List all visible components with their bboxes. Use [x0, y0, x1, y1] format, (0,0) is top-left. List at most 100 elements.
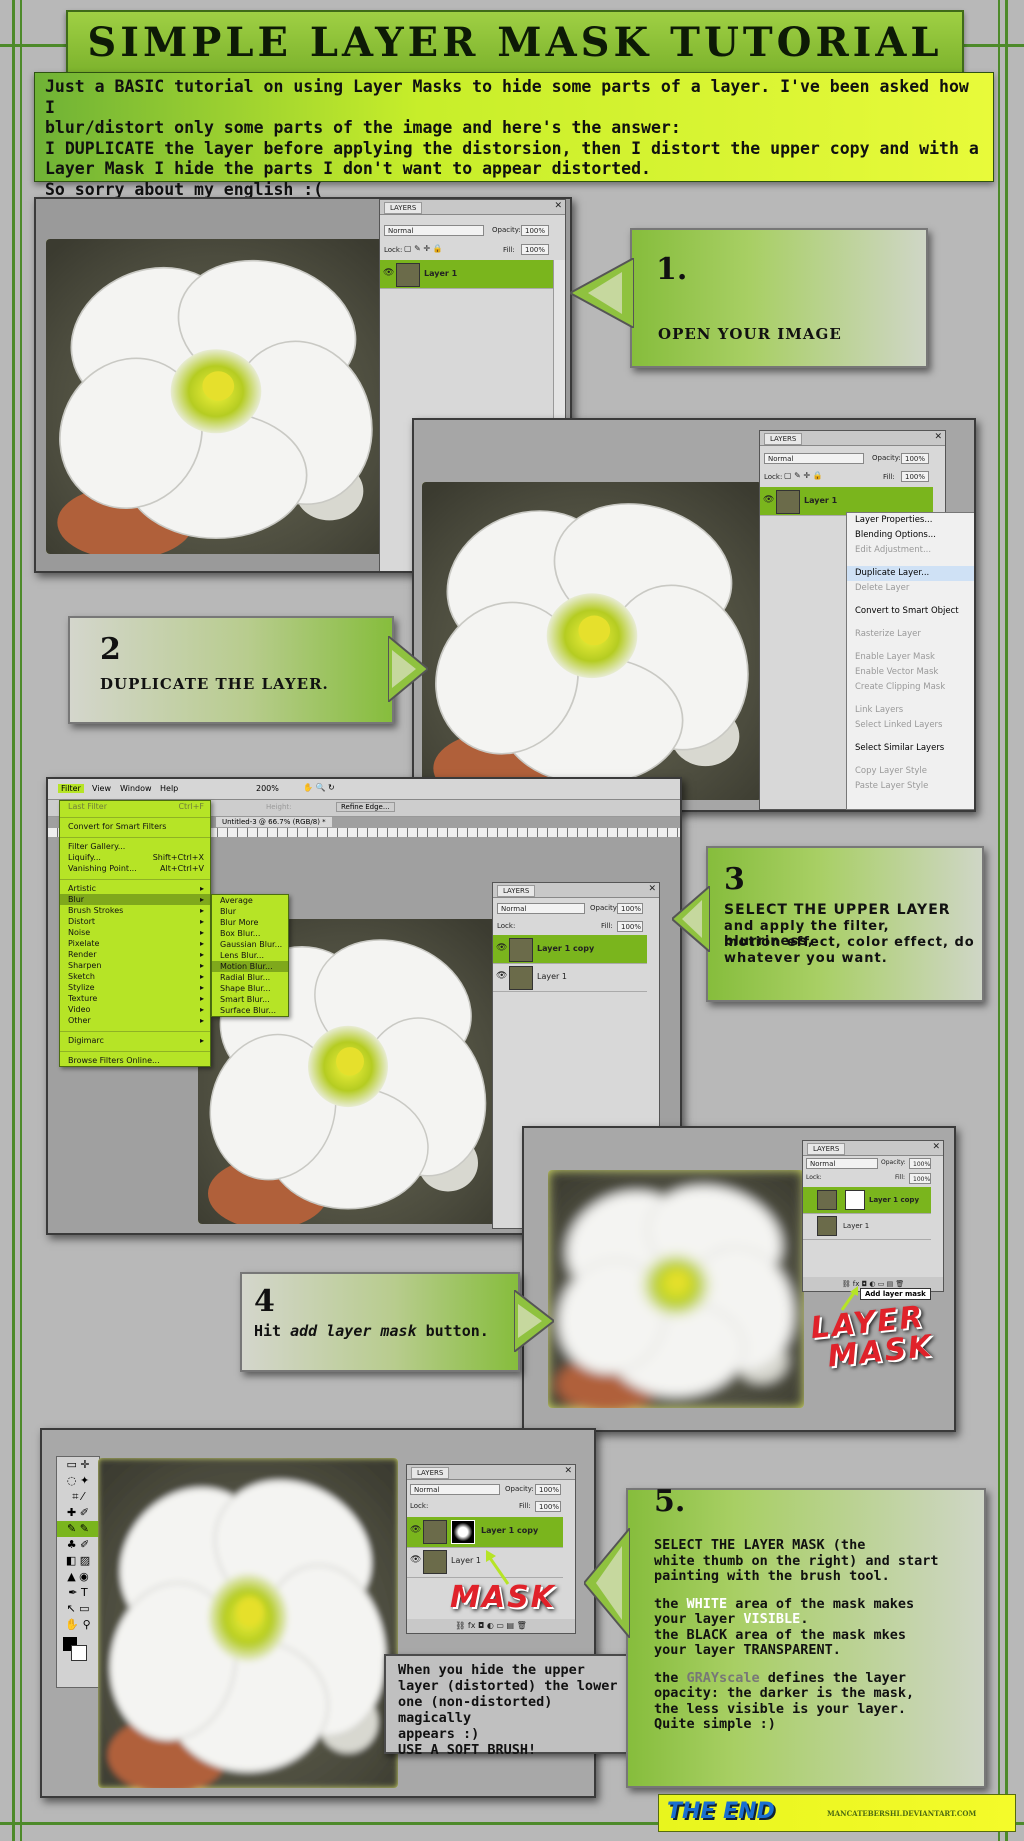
filter-menu-item[interactable]: Other ▸	[60, 1015, 210, 1026]
color-swatches[interactable]	[57, 1633, 99, 1663]
hand-tool-icon[interactable]: ✋ ⚲	[57, 1617, 99, 1633]
context-menu-item[interactable]: Convert to Smart Object	[847, 604, 974, 619]
pen-tool-icon[interactable]: ✒ T	[57, 1585, 99, 1601]
fill-field[interactable]: 100%	[901, 471, 929, 482]
zoom-select[interactable]: 200%	[256, 784, 279, 793]
filter-menu-item[interactable]: Vanishing Point... Alt+Ctrl+V	[60, 863, 210, 874]
brush-tool-icon[interactable]: ✎ ✎	[57, 1521, 99, 1537]
eye-icon[interactable]: 👁	[496, 971, 507, 981]
panel-footer-icons[interactable]: ⛓ fx ◘ ◐ ▭ ▤ 🗑	[407, 1619, 575, 1633]
blur-tool-icon[interactable]: ▲ ◉	[57, 1569, 99, 1585]
blur-menu-item[interactable]: Shape Blur...	[212, 983, 288, 994]
filter-menu-item[interactable]: Filter Gallery...	[60, 841, 210, 852]
blend-mode-select[interactable]: Normal	[497, 903, 585, 914]
context-menu-item[interactable]: Duplicate Layer...	[847, 566, 974, 581]
fill-field[interactable]: 100%	[909, 1173, 931, 1184]
lock-icons[interactable]: ▢ ✎ ✛ 🔒	[784, 471, 823, 480]
opacity-field[interactable]: 100%	[909, 1158, 931, 1169]
heal-tool-icon[interactable]: ✚ ✐	[57, 1505, 99, 1521]
layers-tab[interactable]: LAYERS	[497, 885, 536, 897]
context-menu-item[interactable]: Select Similar Layers	[847, 741, 974, 756]
filter-menu-item[interactable]: Artistic ▸	[60, 883, 210, 894]
eye-icon[interactable]: 👁	[410, 1525, 421, 1535]
blur-menu-item[interactable]: Lens Blur...	[212, 950, 288, 961]
filter-menu-item[interactable]: Pixelate ▸	[60, 938, 210, 949]
filter-menu-item[interactable]: Liquify... Shift+Ctrl+X	[60, 852, 210, 863]
blur-menu-item[interactable]: Gaussian Blur...	[212, 939, 288, 950]
blur-menu-item[interactable]: Radial Blur...	[212, 972, 288, 983]
layers-tab[interactable]: LAYERS	[384, 202, 423, 214]
refine-edge-button[interactable]: Refine Edge...	[336, 802, 395, 812]
close-icon[interactable]: ✕	[934, 432, 942, 442]
fill-field[interactable]: 100%	[617, 921, 643, 932]
close-icon[interactable]: ✕	[932, 1142, 940, 1152]
filter-menu-item[interactable]: Stylize ▸	[60, 982, 210, 993]
filter-menu-item[interactable]: Last Filter Ctrl+F	[60, 801, 210, 812]
fill-field[interactable]: 100%	[521, 244, 549, 255]
layer-row-layer1[interactable]: 👁 Layer 1	[380, 260, 553, 289]
step5-line: your layer VISIBLE.	[654, 1611, 974, 1628]
eye-icon[interactable]: 👁	[383, 268, 394, 278]
opacity-field[interactable]: 100%	[535, 1484, 561, 1495]
layer-row-layer1[interactable]: 👁 Layer 1	[493, 963, 647, 992]
hand-tool-icon[interactable]: ✋ 🔍 ↻	[303, 783, 335, 792]
blend-mode-select[interactable]: Normal	[764, 453, 864, 464]
layer-row-layer1-copy[interactable]: 👁 Layer 1 copy	[407, 1517, 563, 1548]
layers-tab[interactable]: LAYERS	[807, 1143, 846, 1155]
blend-mode-select[interactable]: Normal	[410, 1484, 500, 1495]
filter-menu-item[interactable]: Noise ▸	[60, 927, 210, 938]
layer-row-layer1-copy[interactable]: 👁 Layer 1 copy	[493, 935, 647, 964]
filter-menu-item[interactable]: Blur ▸	[60, 894, 210, 905]
doc-tab[interactable]: Untitled-3 @ 66.7% (RGB/8) *	[216, 817, 332, 827]
menu-view[interactable]: View	[92, 784, 111, 793]
close-icon[interactable]: ✕	[648, 884, 656, 894]
filter-menu-item[interactable]: Brush Strokes ▸	[60, 905, 210, 916]
layer-row-layer1-copy[interactable]: Layer 1 copy	[803, 1187, 931, 1214]
context-menu-item[interactable]: Layer Properties...	[847, 513, 974, 528]
layers-tab[interactable]: LAYERS	[764, 433, 803, 445]
filter-menu-item[interactable]: Texture ▸	[60, 993, 210, 1004]
blur-menu-item[interactable]: Blur	[212, 906, 288, 917]
path-tool-icon[interactable]: ↖ ▭	[57, 1601, 99, 1617]
filter-menu-item[interactable]: Convert for Smart Filters	[60, 821, 210, 832]
filter-menu-item[interactable]: Browse Filters Online...	[60, 1055, 210, 1066]
blur-menu-item[interactable]: Blur More	[212, 917, 288, 928]
opacity-field[interactable]: 100%	[617, 903, 643, 914]
blur-menu-item[interactable]: Motion Blur...	[212, 961, 288, 972]
layers-tab[interactable]: LAYERS	[411, 1467, 450, 1479]
eraser-tool-icon[interactable]: ◧ ▨	[57, 1553, 99, 1569]
menu-filter[interactable]: Filter	[58, 784, 84, 793]
menu-help[interactable]: Help	[160, 784, 178, 793]
lock-icons[interactable]: ▢ ✎ ✛ 🔒	[404, 244, 443, 253]
blend-mode-select[interactable]: Normal	[806, 1158, 878, 1169]
context-menu-item[interactable]: Blending Options...	[847, 528, 974, 543]
layer-mask-thumbnail[interactable]	[451, 1520, 475, 1544]
close-icon[interactable]: ✕	[564, 1466, 572, 1476]
close-icon[interactable]: ✕	[554, 201, 562, 211]
menu-window[interactable]: Window	[120, 784, 152, 793]
blur-menu-item[interactable]: Box Blur...	[212, 928, 288, 939]
filter-menu-item[interactable]: Sharpen ▸	[60, 960, 210, 971]
filter-menu-item[interactable]: Sketch ▸	[60, 971, 210, 982]
fill-field[interactable]: 100%	[535, 1501, 561, 1512]
eye-icon[interactable]: 👁	[763, 495, 774, 505]
filter-menu-item[interactable]: Render ▸	[60, 949, 210, 960]
blur-menu-item[interactable]: Smart Blur...	[212, 994, 288, 1005]
filter-menu-item[interactable]: Video ▸	[60, 1004, 210, 1015]
blend-mode-select[interactable]: Normal	[384, 225, 484, 236]
blur-menu-item[interactable]: Average	[212, 895, 288, 906]
eye-icon[interactable]: 👁	[410, 1555, 421, 1565]
filter-menu-item[interactable]: Distort ▸	[60, 916, 210, 927]
crop-tool-icon[interactable]: ⌗ ⁄	[57, 1489, 99, 1505]
layer-row-layer1[interactable]: Layer 1	[803, 1213, 931, 1240]
opacity-field[interactable]: 100%	[521, 225, 549, 236]
stamp-tool-icon[interactable]: ♣ ✐	[57, 1537, 99, 1553]
filter-menu-item[interactable]: Digimarc ▸	[60, 1035, 210, 1046]
eye-icon[interactable]: 👁	[496, 943, 507, 953]
layer-mask-thumbnail[interactable]	[845, 1190, 865, 1210]
opacity-field[interactable]: 100%	[901, 453, 929, 464]
blur-menu-item[interactable]: Surface Blur...	[212, 1005, 288, 1016]
lasso-tool-icon[interactable]: ◌ ✦	[57, 1473, 99, 1489]
marquee-tool-icon[interactable]: ▭ ✛	[57, 1457, 99, 1473]
arrow-left-icon	[584, 1528, 630, 1638]
